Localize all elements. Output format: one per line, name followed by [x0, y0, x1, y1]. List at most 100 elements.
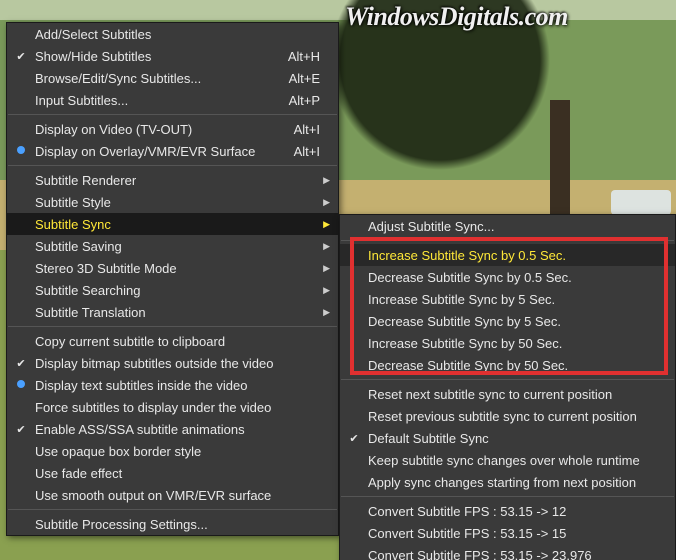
menu-separator — [8, 509, 337, 510]
menu-item-label: Subtitle Processing Settings... — [31, 517, 312, 532]
menu-item-label: Display text subtitles inside the video — [31, 378, 312, 393]
menu-item-label: Increase Subtitle Sync by 5 Sec. — [364, 292, 667, 307]
menu-item[interactable]: Input Subtitles...Alt+P — [7, 89, 338, 111]
menu-item[interactable]: Display on Video (TV-OUT)Alt+I — [7, 118, 338, 140]
menu-item[interactable]: Convert Subtitle FPS : 53.15 -> 15 — [340, 522, 675, 544]
menu-item[interactable]: Adjust Subtitle Sync... — [340, 215, 675, 237]
menu-item-label: Convert Subtitle FPS : 53.15 -> 23.976 — [364, 548, 667, 560]
menu-item-label: Subtitle Translation — [31, 305, 312, 320]
menu-item[interactable]: Convert Subtitle FPS : 53.15 -> 23.976 — [340, 544, 675, 560]
menu-item-label: Display on Overlay/VMR/EVR Surface — [31, 144, 286, 159]
menu-item-label: Convert Subtitle FPS : 53.15 -> 15 — [364, 526, 667, 541]
menu-item-shortcut: Alt+H — [280, 49, 320, 64]
menu-item[interactable]: Use opaque box border style — [7, 440, 338, 462]
menu-item[interactable]: ✔Show/Hide SubtitlesAlt+H — [7, 45, 338, 67]
menu-item[interactable]: Subtitle Processing Settings... — [7, 513, 338, 535]
menu-separator — [341, 240, 674, 241]
menu-item-label: Reset next subtitle sync to current posi… — [364, 387, 667, 402]
menu-item[interactable]: ✔Default Subtitle Sync — [340, 427, 675, 449]
menu-separator — [8, 165, 337, 166]
menu-item[interactable]: Subtitle Translation ▶ — [7, 301, 338, 323]
menu-item-shortcut: Alt+P — [281, 93, 320, 108]
submenu-arrow-icon: ▶ — [320, 285, 330, 296]
menu-item-label: Copy current subtitle to clipboard — [31, 334, 312, 349]
menu-item-label: Increase Subtitle Sync by 50 Sec. — [364, 336, 667, 351]
menu-item[interactable]: Display text subtitles inside the video — [7, 374, 338, 396]
menu-item-label: Input Subtitles... — [31, 93, 281, 108]
menu-item-label: Reset previous subtitle sync to current … — [364, 409, 667, 424]
menu-item-shortcut: Alt+I — [286, 144, 320, 159]
menu-item[interactable]: Subtitle Style▶ — [7, 191, 338, 213]
menu-item[interactable]: Decrease Subtitle Sync by 50 Sec. — [340, 354, 675, 376]
menu-item[interactable]: Subtitle Sync ▶ — [7, 213, 338, 235]
menu-item[interactable]: Reset previous subtitle sync to current … — [340, 405, 675, 427]
menu-item[interactable]: Convert Subtitle FPS : 53.15 -> 12 — [340, 500, 675, 522]
menu-item-label: Add/Select Subtitles — [31, 27, 312, 42]
menu-item[interactable]: Use fade effect — [7, 462, 338, 484]
menu-item-label: Decrease Subtitle Sync by 5 Sec. — [364, 314, 667, 329]
menu-separator — [8, 326, 337, 327]
menu-item-label: Display on Video (TV-OUT) — [31, 122, 286, 137]
menu-item[interactable]: Increase Subtitle Sync by 5 Sec. — [340, 288, 675, 310]
menu-item[interactable]: Keep subtitle sync changes over whole ru… — [340, 449, 675, 471]
menu-item-label: Subtitle Renderer — [31, 173, 312, 188]
menu-item-label: Browse/Edit/Sync Subtitles... — [31, 71, 281, 86]
menu-item[interactable]: Reset next subtitle sync to current posi… — [340, 383, 675, 405]
menu-item[interactable]: Use smooth output on VMR/EVR surface — [7, 484, 338, 506]
menu-item-shortcut: Alt+I — [286, 122, 320, 137]
menu-item-label: Default Subtitle Sync — [364, 431, 667, 446]
menu-item[interactable]: Apply sync changes starting from next po… — [340, 471, 675, 493]
check-icon: ✔ — [11, 423, 31, 436]
menu-item[interactable]: Force subtitles to display under the vid… — [7, 396, 338, 418]
menu-item-label: Subtitle Style — [31, 195, 312, 210]
menu-item[interactable]: Add/Select Subtitles — [7, 23, 338, 45]
submenu-arrow-icon: ▶ — [320, 307, 330, 318]
menu-item-label: Force subtitles to display under the vid… — [31, 400, 312, 415]
menu-separator — [8, 114, 337, 115]
watermark-text: WindowsDigitals.com — [345, 2, 568, 32]
check-icon: ✔ — [344, 432, 364, 445]
menu-item[interactable]: Increase Subtitle Sync by 0.5 Sec. — [340, 244, 675, 266]
boat-shape — [611, 190, 671, 215]
menu-item[interactable]: Display on Overlay/VMR/EVR SurfaceAlt+I — [7, 140, 338, 162]
menu-separator — [341, 496, 674, 497]
subtitle-context-menu[interactable]: Add/Select Subtitles✔Show/Hide Subtitles… — [6, 22, 339, 536]
menu-item[interactable]: Browse/Edit/Sync Subtitles...Alt+E — [7, 67, 338, 89]
menu-item-label: Use opaque box border style — [31, 444, 312, 459]
radio-icon — [11, 145, 31, 157]
menu-item-label: Convert Subtitle FPS : 53.15 -> 12 — [364, 504, 667, 519]
submenu-arrow-icon: ▶ — [320, 219, 330, 230]
menu-item[interactable]: ✔Display bitmap subtitles outside the vi… — [7, 352, 338, 374]
menu-item-shortcut: Alt+E — [281, 71, 320, 86]
menu-item-label: Stereo 3D Subtitle Mode — [31, 261, 312, 276]
radio-icon — [11, 379, 31, 391]
menu-item-label: Increase Subtitle Sync by 0.5 Sec. — [364, 248, 667, 263]
menu-item[interactable]: Copy current subtitle to clipboard — [7, 330, 338, 352]
menu-item-label: Display bitmap subtitles outside the vid… — [31, 356, 312, 371]
menu-item-label: Apply sync changes starting from next po… — [364, 475, 667, 490]
menu-item[interactable]: Decrease Subtitle Sync by 0.5 Sec. — [340, 266, 675, 288]
subtitle-sync-submenu[interactable]: Adjust Subtitle Sync... Increase Subtitle… — [339, 214, 676, 560]
menu-item-label: Subtitle Searching — [31, 283, 312, 298]
menu-item[interactable]: Subtitle Renderer ▶ — [7, 169, 338, 191]
menu-separator — [341, 379, 674, 380]
menu-item[interactable]: Increase Subtitle Sync by 50 Sec. — [340, 332, 675, 354]
menu-item[interactable]: Decrease Subtitle Sync by 5 Sec. — [340, 310, 675, 332]
menu-item-label: Subtitle Saving — [31, 239, 312, 254]
menu-item[interactable]: Subtitle Saving ▶ — [7, 235, 338, 257]
menu-item-label: Use smooth output on VMR/EVR surface — [31, 488, 312, 503]
menu-item[interactable]: Stereo 3D Subtitle Mode ▶ — [7, 257, 338, 279]
menu-item-label: Show/Hide Subtitles — [31, 49, 280, 64]
menu-item[interactable]: Subtitle Searching ▶ — [7, 279, 338, 301]
check-icon: ✔ — [11, 50, 31, 63]
menu-item-label: Decrease Subtitle Sync by 50 Sec. — [364, 358, 667, 373]
menu-item-label: Decrease Subtitle Sync by 0.5 Sec. — [364, 270, 667, 285]
menu-item[interactable]: ✔Enable ASS/SSA subtitle animations — [7, 418, 338, 440]
submenu-arrow-icon: ▶ — [320, 175, 330, 186]
menu-item-label: Subtitle Sync — [31, 217, 312, 232]
menu-item-label: Enable ASS/SSA subtitle animations — [31, 422, 312, 437]
submenu-arrow-icon: ▶ — [320, 263, 330, 274]
submenu-arrow-icon: ▶ — [320, 241, 330, 252]
menu-item-label: Adjust Subtitle Sync... — [364, 219, 667, 234]
menu-item-label: Keep subtitle sync changes over whole ru… — [364, 453, 667, 468]
